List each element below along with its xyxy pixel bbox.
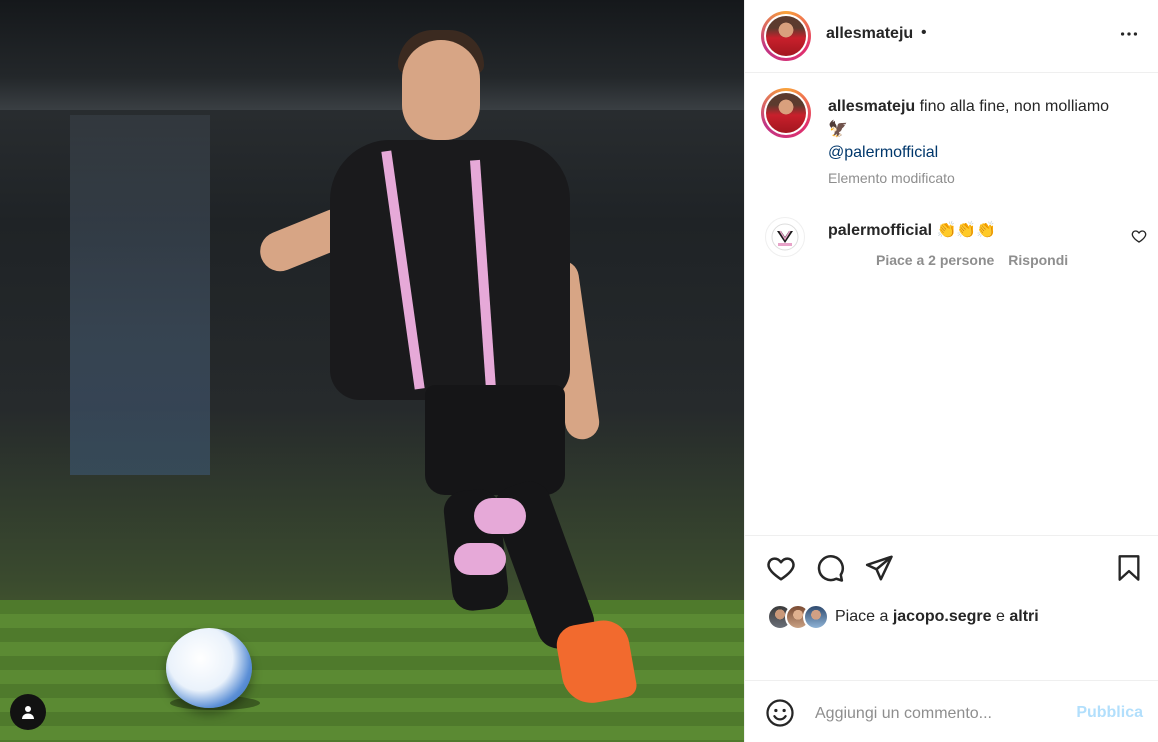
- comment-item: palermofficial 👏👏👏 Piace a 2 persone Ris…: [745, 214, 1158, 274]
- share-button[interactable]: [863, 552, 895, 584]
- comment-button[interactable]: [814, 552, 846, 584]
- caption-text-block: allesmateju fino alla fine, non molliamo…: [828, 95, 1128, 164]
- caption-mention-link[interactable]: @palermofficial: [828, 141, 1128, 164]
- background-banner: [70, 115, 210, 475]
- like-button[interactable]: [765, 552, 797, 584]
- author-avatar[interactable]: [761, 11, 811, 61]
- caption-username[interactable]: allesmateju: [828, 98, 915, 115]
- likes-joiner: e: [995, 608, 1005, 625]
- smiley-icon: [766, 699, 794, 727]
- player-head: [402, 40, 480, 140]
- likes-others-link[interactable]: altri: [1009, 608, 1038, 625]
- more-options-button[interactable]: [1117, 22, 1141, 46]
- comment-composer: Pubblica: [745, 680, 1158, 742]
- commenter-username[interactable]: palermofficial: [828, 222, 932, 239]
- likes-user-link[interactable]: jacopo.segre: [893, 608, 992, 625]
- comment-body: 👏👏👏: [936, 222, 997, 239]
- post-actions-section: Piace a jacopo.segre e altri: [745, 535, 1158, 680]
- post-side-panel: allesmateju • allesmateju fino alla fine…: [744, 0, 1158, 742]
- heart-icon: [767, 557, 795, 581]
- player-shorts: [425, 385, 565, 495]
- more-horizontal-icon: [1120, 32, 1138, 36]
- football: [166, 628, 252, 708]
- player-jersey: [330, 140, 570, 400]
- publish-button[interactable]: Pubblica: [1076, 704, 1143, 722]
- comment-meta: Piace a 2 persone Rispondi: [876, 252, 1068, 268]
- comment-bubble-icon: [817, 555, 844, 582]
- palermo-logo-icon: [771, 223, 799, 251]
- post-header: allesmateju •: [745, 0, 1158, 73]
- action-buttons: [765, 552, 895, 584]
- comment-text-block: palermofficial 👏👏👏: [828, 220, 996, 242]
- caption-author-avatar[interactable]: [761, 88, 811, 138]
- user-tag-button[interactable]: [10, 694, 46, 730]
- avatar-photo: [766, 16, 806, 56]
- comment-likes-count[interactable]: Piace a 2 persone: [876, 252, 994, 268]
- user-tag-icon: [22, 706, 34, 719]
- comment-like-heart-icon[interactable]: [1131, 228, 1147, 244]
- liker-avatar: [803, 604, 829, 630]
- post-photo[interactable]: [0, 0, 744, 742]
- likes-summary[interactable]: Piace a jacopo.segre e altri: [767, 604, 1039, 630]
- knee-sleeve: [454, 543, 506, 575]
- avatar-photo: [766, 93, 806, 133]
- header-separator-dot: •: [921, 24, 927, 41]
- likes-text: Piace a jacopo.segre e altri: [835, 608, 1039, 626]
- save-button[interactable]: [1113, 552, 1145, 584]
- comment-reply-button[interactable]: Rispondi: [1008, 252, 1068, 268]
- author-username[interactable]: allesmateju: [826, 25, 913, 43]
- likes-prefix: Piace a: [835, 608, 889, 625]
- comment-input[interactable]: [815, 699, 1065, 729]
- paper-plane-icon: [865, 555, 893, 581]
- edited-label: Elemento modificato: [828, 170, 955, 186]
- stadium-stand: [0, 0, 744, 110]
- liker-avatars: [767, 604, 831, 630]
- commenter-avatar[interactable]: [765, 217, 805, 257]
- knee-sleeve: [474, 498, 526, 534]
- emoji-picker-button[interactable]: [765, 698, 795, 728]
- bookmark-icon: [1118, 555, 1140, 581]
